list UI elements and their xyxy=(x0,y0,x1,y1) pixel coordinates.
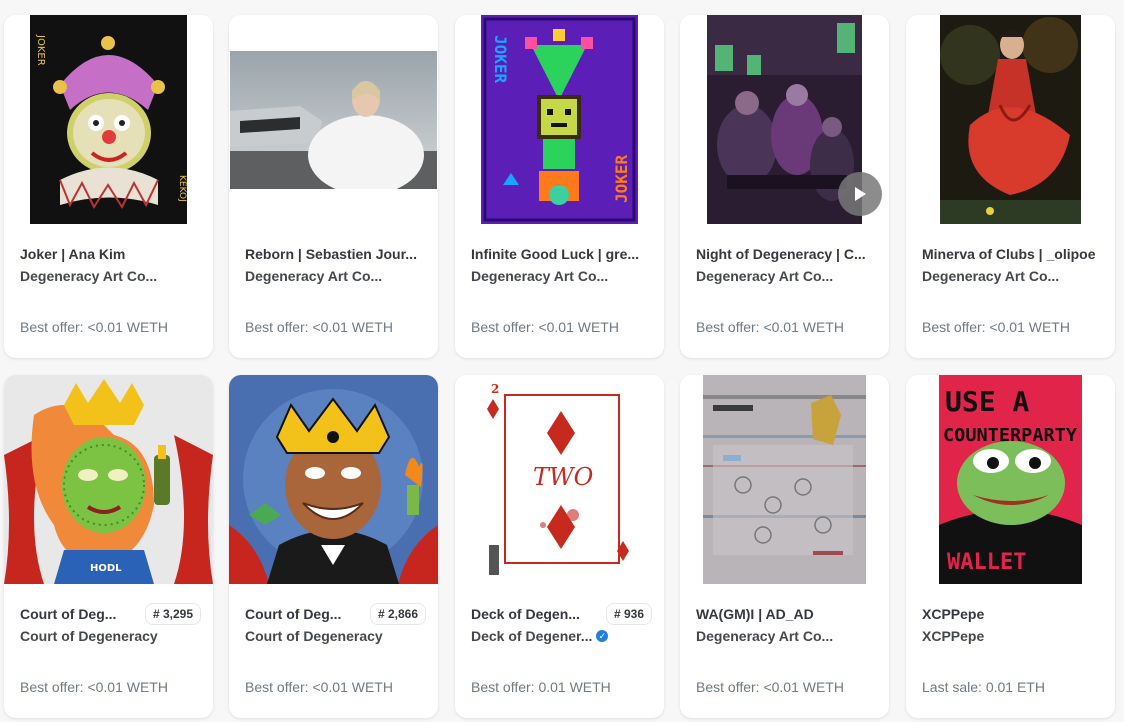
collection-row: Degeneracy Art Co... xyxy=(696,626,877,646)
collection-row: Degeneracy Art Co... xyxy=(20,266,201,286)
nft-title[interactable]: Joker | Ana Kim xyxy=(20,246,201,262)
nft-image[interactable] xyxy=(680,375,889,584)
price-info: Best offer: <0.01 WETH xyxy=(245,679,393,695)
title-row: Infinite Good Luck | gre... xyxy=(471,243,652,265)
image-text-line-3: WALLET xyxy=(947,550,1026,575)
nft-title[interactable]: Court of Deg... xyxy=(245,606,364,622)
collection-name[interactable]: Degeneracy Art Co... xyxy=(696,628,833,644)
two-of-diamonds-artwork: 2 TWO xyxy=(483,375,636,584)
svg-text:HODL: HODL xyxy=(90,563,122,574)
collection-name[interactable]: Degeneracy Art Co... xyxy=(471,268,608,284)
crowned-boy-artwork xyxy=(229,375,438,584)
nft-image[interactable]: 2 TWO xyxy=(455,375,664,584)
collection-name[interactable]: XCPPepe xyxy=(922,628,984,644)
green-queen-artwork: HODL xyxy=(4,375,213,584)
svg-text:JOKER: JOKER xyxy=(612,154,631,203)
nft-image[interactable] xyxy=(229,375,438,584)
collection-name[interactable]: Degeneracy Art Co... xyxy=(20,268,157,284)
nft-title[interactable]: Minerva of Clubs | _olipoe xyxy=(922,246,1103,262)
token-number-badge: # 3,295 xyxy=(144,603,201,625)
price-info: Best offer: <0.01 WETH xyxy=(20,319,168,335)
minerva-artwork xyxy=(940,15,1081,224)
svg-text:2: 2 xyxy=(491,382,499,396)
title-row: Deck of Degen... # 936 xyxy=(471,603,652,625)
price-info: Best offer: 0.01 WETH xyxy=(471,679,611,695)
nft-image[interactable] xyxy=(229,15,438,224)
play-video-button[interactable] xyxy=(838,172,882,216)
price-info: Best offer: <0.01 WETH xyxy=(245,319,393,335)
collection-name[interactable]: Degeneracy Art Co... xyxy=(696,268,833,284)
collection-row: Degeneracy Art Co... xyxy=(696,266,877,286)
title-row: Reborn | Sebastien Jour... xyxy=(245,243,426,265)
nft-image[interactable]: JOKER JOKER xyxy=(455,15,664,224)
title-row: XCPPepe xyxy=(922,603,1103,625)
title-row: WA(GM)I | AD_AD xyxy=(696,603,877,625)
nft-card[interactable]: WA(GM)I | AD_AD Degeneracy Art Co... Bes… xyxy=(680,375,889,718)
nft-image[interactable]: USE A COUNTERPARTY WALLET xyxy=(906,375,1115,584)
image-text-line-1: USE A xyxy=(945,385,1029,418)
pixel-joker-artwork: JOKER JOKER xyxy=(481,15,638,224)
nft-card[interactable]: Court of Deg... # 2,866 Court of Degenera… xyxy=(229,375,438,718)
svg-text:TWO: TWO xyxy=(533,463,594,491)
nft-title[interactable]: Reborn | Sebastien Jour... xyxy=(245,246,426,262)
collection-row: Degeneracy Art Co... xyxy=(922,266,1103,286)
nft-image[interactable]: HODL xyxy=(4,375,213,584)
collection-name[interactable]: Degeneracy Art Co... xyxy=(922,268,1059,284)
play-icon xyxy=(855,187,866,201)
collection-name[interactable]: Degeneracy Art Co... xyxy=(245,268,382,284)
nft-card[interactable]: JOKER KEKOJ Joker | Ana Kim Degeneracy A… xyxy=(4,15,213,358)
nft-card[interactable]: Night of Degeneracy | C... Degeneracy Ar… xyxy=(680,15,889,358)
price-info: Best offer: <0.01 WETH xyxy=(922,319,1070,335)
pepe-artwork: USE A COUNTERPARTY WALLET xyxy=(939,375,1082,584)
title-row: Joker | Ana Kim xyxy=(20,243,201,265)
nft-title[interactable]: WA(GM)I | AD_AD xyxy=(696,606,877,622)
svg-text:JOKER: JOKER xyxy=(491,35,510,84)
nft-card[interactable]: 2 TWO Deck of Degen... # 936 Deck of Dege… xyxy=(455,375,664,718)
collection-name[interactable]: Court of Degeneracy xyxy=(20,628,158,644)
price-info: Best offer: <0.01 WETH xyxy=(696,679,844,695)
verified-check-icon: ✓ xyxy=(596,630,609,642)
collection-name[interactable]: Deck of Degener... xyxy=(471,628,592,644)
price-info: Best offer: <0.01 WETH xyxy=(696,319,844,335)
glitch-abstract-artwork xyxy=(703,375,866,584)
token-number-badge: # 936 xyxy=(605,603,652,625)
collection-row: Degeneracy Art Co... xyxy=(471,266,652,286)
price-info: Last sale: 0.01 ETH xyxy=(922,679,1045,695)
nft-title[interactable]: Court of Deg... xyxy=(20,606,139,622)
nft-title[interactable]: Deck of Degen... xyxy=(471,606,600,622)
nft-card[interactable]: HODL Court of Deg... # 3,295 Court of Deg… xyxy=(4,375,213,718)
title-row: Court of Deg... # 2,866 xyxy=(245,603,426,625)
svg-text:JOKER: JOKER xyxy=(35,34,46,66)
collection-row: Deck of Degener... ✓ xyxy=(471,626,652,646)
collection-row: Court of Degeneracy xyxy=(20,626,201,646)
reborn-photo xyxy=(230,50,437,189)
nft-title[interactable]: Infinite Good Luck | gre... xyxy=(471,246,652,262)
nft-card[interactable]: USE A COUNTERPARTY WALLET XCPPepe XCPPep… xyxy=(906,375,1115,718)
price-info: Best offer: <0.01 WETH xyxy=(20,679,168,695)
nft-image[interactable]: JOKER KEKOJ xyxy=(4,15,213,224)
collection-row: Degeneracy Art Co... xyxy=(245,266,426,286)
token-number-badge: # 2,866 xyxy=(369,603,426,625)
nft-card[interactable]: JOKER JOKER Infinite Good Luck | gre... … xyxy=(455,15,664,358)
collection-name[interactable]: Court of Degeneracy xyxy=(245,628,383,644)
svg-text:KEKOJ: KEKOJ xyxy=(177,175,187,202)
nft-image[interactable] xyxy=(906,15,1115,224)
nft-title[interactable]: XCPPepe xyxy=(922,606,1103,622)
collection-row: Court of Degeneracy xyxy=(245,626,426,646)
nft-card[interactable]: Reborn | Sebastien Jour... Degeneracy Ar… xyxy=(229,15,438,358)
title-row: Night of Degeneracy | C... xyxy=(696,243,877,265)
nft-card[interactable]: Minerva of Clubs | _olipoe Degeneracy Ar… xyxy=(906,15,1115,358)
title-row: Minerva of Clubs | _olipoe xyxy=(922,243,1103,265)
nft-image[interactable] xyxy=(680,15,889,224)
title-row: Court of Deg... # 3,295 xyxy=(20,603,201,625)
collection-row: XCPPepe xyxy=(922,626,1103,646)
price-info: Best offer: <0.01 WETH xyxy=(471,319,619,335)
nft-title[interactable]: Night of Degeneracy | C... xyxy=(696,246,877,262)
joker-artwork: JOKER KEKOJ xyxy=(30,15,187,224)
